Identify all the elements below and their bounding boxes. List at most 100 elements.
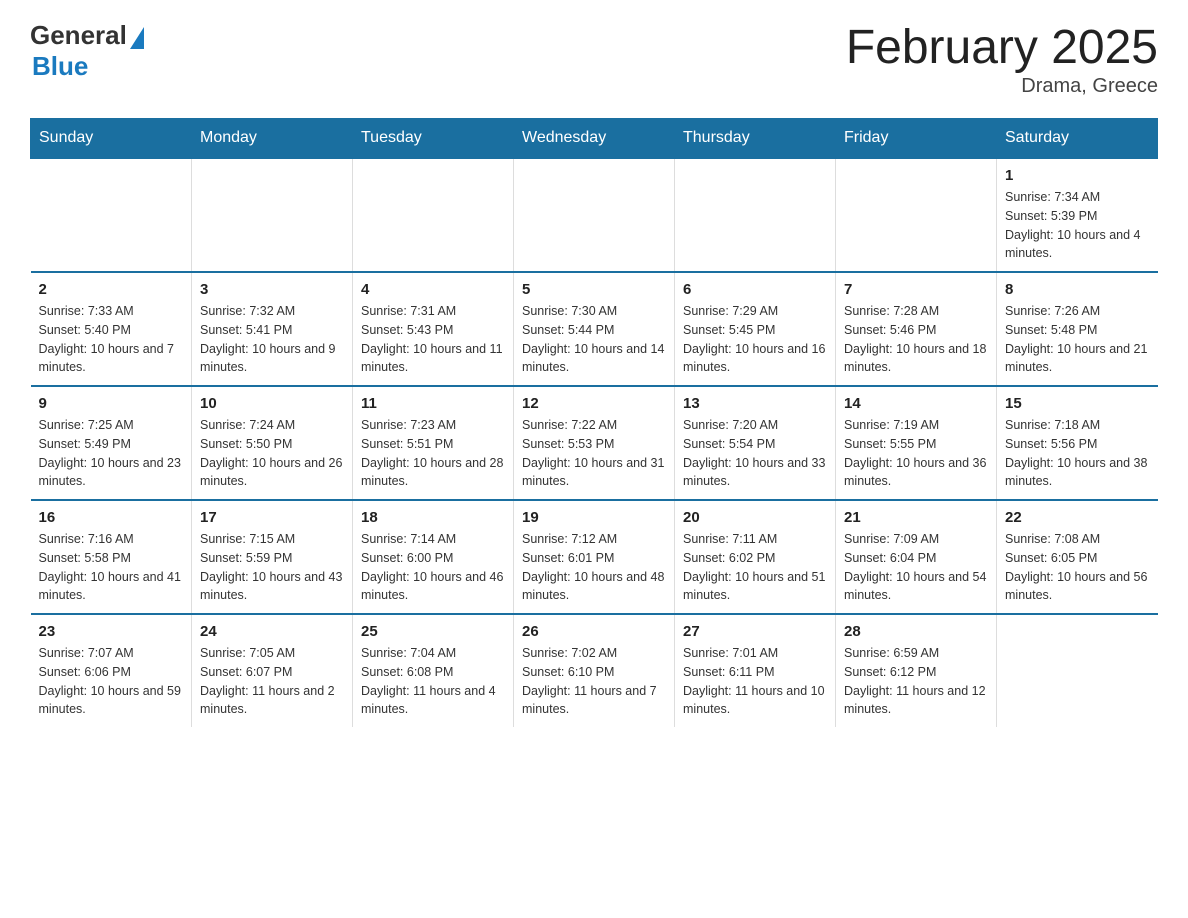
logo-general-text: General bbox=[30, 20, 127, 51]
calendar-cell: 1 Sunrise: 7:34 AMSunset: 5:39 PMDaylight… bbox=[997, 158, 1158, 272]
day-info: Sunrise: 7:25 AMSunset: 5:49 PMDaylight:… bbox=[39, 416, 184, 491]
day-number: 15 bbox=[1005, 395, 1150, 412]
calendar-cell bbox=[836, 158, 997, 272]
calendar-cell bbox=[675, 158, 836, 272]
calendar-cell: 16 Sunrise: 7:16 AMSunset: 5:58 PMDayligh… bbox=[31, 500, 192, 614]
day-number: 3 bbox=[200, 281, 344, 298]
calendar-cell: 4 Sunrise: 7:31 AMSunset: 5:43 PMDaylight… bbox=[353, 272, 514, 386]
calendar-cell: 20Sunrise: 7:11 AMSunset: 6:02 PMDayligh… bbox=[675, 500, 836, 614]
day-number: 9 bbox=[39, 395, 184, 412]
weekday-header-row: SundayMondayTuesdayWednesdayThursdayFrid… bbox=[31, 119, 1158, 159]
calendar-week-row: 16 Sunrise: 7:16 AMSunset: 5:58 PMDayligh… bbox=[31, 500, 1158, 614]
calendar-cell: 3 Sunrise: 7:32 AMSunset: 5:41 PMDaylight… bbox=[192, 272, 353, 386]
weekday-header-wednesday: Wednesday bbox=[514, 119, 675, 159]
calendar-cell: 19 Sunrise: 7:12 AMSunset: 6:01 PMDayligh… bbox=[514, 500, 675, 614]
day-info: Sunrise: 7:16 AMSunset: 5:58 PMDaylight:… bbox=[39, 530, 184, 605]
calendar-cell: 11 Sunrise: 7:23 AMSunset: 5:51 PMDayligh… bbox=[353, 386, 514, 500]
day-number: 25 bbox=[361, 623, 505, 640]
calendar-cell: 2 Sunrise: 7:33 AMSunset: 5:40 PMDaylight… bbox=[31, 272, 192, 386]
calendar-table: SundayMondayTuesdayWednesdayThursdayFrid… bbox=[30, 118, 1158, 727]
logo: General Blue bbox=[30, 20, 144, 82]
day-info: Sunrise: 7:32 AMSunset: 5:41 PMDaylight:… bbox=[200, 302, 344, 377]
logo-triangle-icon bbox=[130, 27, 144, 49]
day-info: Sunrise: 7:19 AMSunset: 5:55 PMDaylight:… bbox=[844, 416, 988, 491]
calendar-cell: 25 Sunrise: 7:04 AMSunset: 6:08 PMDayligh… bbox=[353, 614, 514, 727]
calendar-cell: 13Sunrise: 7:20 AMSunset: 5:54 PMDayligh… bbox=[675, 386, 836, 500]
day-info: Sunrise: 7:07 AMSunset: 6:06 PMDaylight:… bbox=[39, 644, 184, 719]
calendar-cell bbox=[514, 158, 675, 272]
calendar-cell: 17 Sunrise: 7:15 AMSunset: 5:59 PMDayligh… bbox=[192, 500, 353, 614]
calendar-cell: 14 Sunrise: 7:19 AMSunset: 5:55 PMDayligh… bbox=[836, 386, 997, 500]
day-info: Sunrise: 7:02 AMSunset: 6:10 PMDaylight:… bbox=[522, 644, 666, 719]
day-info: Sunrise: 7:22 AMSunset: 5:53 PMDaylight:… bbox=[522, 416, 666, 491]
day-number: 10 bbox=[200, 395, 344, 412]
day-number: 26 bbox=[522, 623, 666, 640]
day-info: Sunrise: 7:29 AMSunset: 5:45 PMDaylight:… bbox=[683, 302, 827, 377]
day-number: 18 bbox=[361, 509, 505, 526]
day-info: Sunrise: 7:01 AMSunset: 6:11 PMDaylight:… bbox=[683, 644, 827, 719]
month-year-title: February 2025 bbox=[846, 20, 1158, 75]
day-info: Sunrise: 7:15 AMSunset: 5:59 PMDaylight:… bbox=[200, 530, 344, 605]
title-section: February 2025 Drama, Greece bbox=[846, 20, 1158, 98]
day-info: Sunrise: 7:11 AMSunset: 6:02 PMDaylight:… bbox=[683, 530, 827, 605]
day-number: 7 bbox=[844, 281, 988, 298]
day-number: 14 bbox=[844, 395, 988, 412]
weekday-header-thursday: Thursday bbox=[675, 119, 836, 159]
calendar-cell: 21Sunrise: 7:09 AMSunset: 6:04 PMDayligh… bbox=[836, 500, 997, 614]
weekday-header-sunday: Sunday bbox=[31, 119, 192, 159]
day-info: Sunrise: 7:33 AMSunset: 5:40 PMDaylight:… bbox=[39, 302, 184, 377]
day-number: 2 bbox=[39, 281, 184, 298]
day-number: 22 bbox=[1005, 509, 1150, 526]
calendar-cell: 22 Sunrise: 7:08 AMSunset: 6:05 PMDayligh… bbox=[997, 500, 1158, 614]
calendar-cell: 28Sunrise: 6:59 AMSunset: 6:12 PMDayligh… bbox=[836, 614, 997, 727]
weekday-header-saturday: Saturday bbox=[997, 119, 1158, 159]
calendar-cell: 6 Sunrise: 7:29 AMSunset: 5:45 PMDaylight… bbox=[675, 272, 836, 386]
day-number: 5 bbox=[522, 281, 666, 298]
calendar-week-row: 9 Sunrise: 7:25 AMSunset: 5:49 PMDaylight… bbox=[31, 386, 1158, 500]
day-number: 19 bbox=[522, 509, 666, 526]
calendar-cell bbox=[31, 158, 192, 272]
day-number: 8 bbox=[1005, 281, 1150, 298]
day-number: 23 bbox=[39, 623, 184, 640]
location-subtitle: Drama, Greece bbox=[846, 75, 1158, 98]
day-number: 6 bbox=[683, 281, 827, 298]
calendar-cell: 23 Sunrise: 7:07 AMSunset: 6:06 PMDayligh… bbox=[31, 614, 192, 727]
calendar-cell: 5 Sunrise: 7:30 AMSunset: 5:44 PMDaylight… bbox=[514, 272, 675, 386]
day-info: Sunrise: 7:12 AMSunset: 6:01 PMDaylight:… bbox=[522, 530, 666, 605]
day-number: 24 bbox=[200, 623, 344, 640]
calendar-cell: 27 Sunrise: 7:01 AMSunset: 6:11 PMDayligh… bbox=[675, 614, 836, 727]
calendar-cell bbox=[353, 158, 514, 272]
day-number: 27 bbox=[683, 623, 827, 640]
day-info: Sunrise: 7:05 AMSunset: 6:07 PMDaylight:… bbox=[200, 644, 344, 719]
day-info: Sunrise: 7:31 AMSunset: 5:43 PMDaylight:… bbox=[361, 302, 505, 377]
day-info: Sunrise: 7:30 AMSunset: 5:44 PMDaylight:… bbox=[522, 302, 666, 377]
day-info: Sunrise: 7:04 AMSunset: 6:08 PMDaylight:… bbox=[361, 644, 505, 719]
day-number: 12 bbox=[522, 395, 666, 412]
day-number: 17 bbox=[200, 509, 344, 526]
calendar-week-row: 23 Sunrise: 7:07 AMSunset: 6:06 PMDayligh… bbox=[31, 614, 1158, 727]
day-number: 4 bbox=[361, 281, 505, 298]
page-header: General Blue February 2025 Drama, Greece bbox=[30, 20, 1158, 98]
day-info: Sunrise: 7:23 AMSunset: 5:51 PMDaylight:… bbox=[361, 416, 505, 491]
day-number: 1 bbox=[1005, 167, 1150, 184]
day-info: Sunrise: 7:34 AMSunset: 5:39 PMDaylight:… bbox=[1005, 188, 1150, 263]
calendar-cell: 18Sunrise: 7:14 AMSunset: 6:00 PMDayligh… bbox=[353, 500, 514, 614]
day-info: Sunrise: 7:24 AMSunset: 5:50 PMDaylight:… bbox=[200, 416, 344, 491]
day-number: 16 bbox=[39, 509, 184, 526]
calendar-cell: 8 Sunrise: 7:26 AMSunset: 5:48 PMDaylight… bbox=[997, 272, 1158, 386]
calendar-week-row: 2 Sunrise: 7:33 AMSunset: 5:40 PMDaylight… bbox=[31, 272, 1158, 386]
day-info: Sunrise: 7:28 AMSunset: 5:46 PMDaylight:… bbox=[844, 302, 988, 377]
weekday-header-tuesday: Tuesday bbox=[353, 119, 514, 159]
day-number: 11 bbox=[361, 395, 505, 412]
day-info: Sunrise: 7:18 AMSunset: 5:56 PMDaylight:… bbox=[1005, 416, 1150, 491]
calendar-cell: 12 Sunrise: 7:22 AMSunset: 5:53 PMDayligh… bbox=[514, 386, 675, 500]
logo-blue-text: Blue bbox=[32, 51, 88, 82]
calendar-cell: 10 Sunrise: 7:24 AMSunset: 5:50 PMDayligh… bbox=[192, 386, 353, 500]
day-info: Sunrise: 7:08 AMSunset: 6:05 PMDaylight:… bbox=[1005, 530, 1150, 605]
weekday-header-friday: Friday bbox=[836, 119, 997, 159]
day-info: Sunrise: 6:59 AMSunset: 6:12 PMDaylight:… bbox=[844, 644, 988, 719]
calendar-cell: 24 Sunrise: 7:05 AMSunset: 6:07 PMDayligh… bbox=[192, 614, 353, 727]
day-info: Sunrise: 7:26 AMSunset: 5:48 PMDaylight:… bbox=[1005, 302, 1150, 377]
calendar-week-row: 1 Sunrise: 7:34 AMSunset: 5:39 PMDaylight… bbox=[31, 158, 1158, 272]
calendar-cell bbox=[997, 614, 1158, 727]
